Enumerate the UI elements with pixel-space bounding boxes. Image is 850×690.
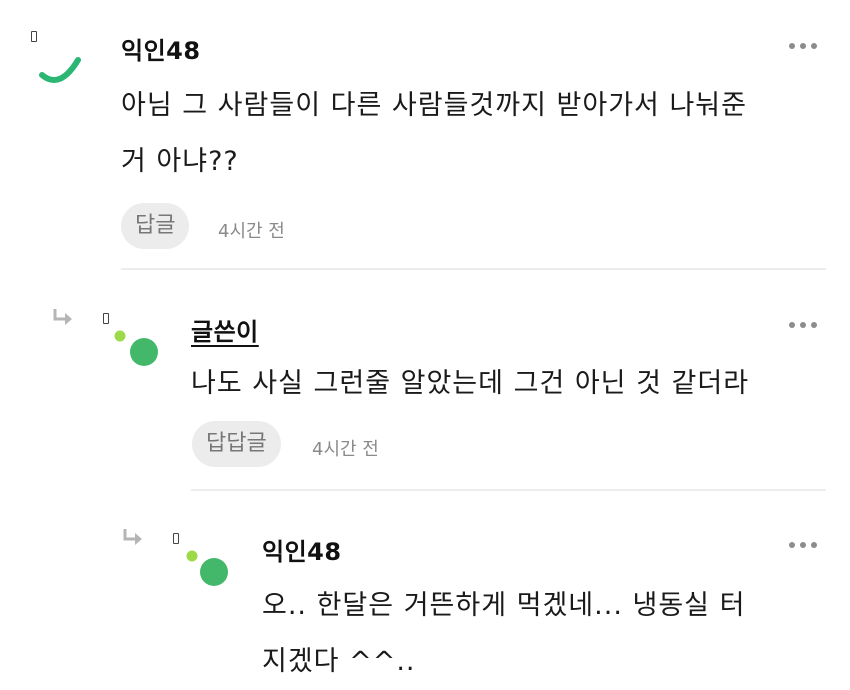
comment-text-line-1: 오.. 한달은 거뜬하게 먹겠네... 냉동실 터	[262, 590, 746, 621]
comment-3: 익인48 오.. 한달은 거뜬하게 먹겠네... 냉동실 터 지겠다 ^^..	[0, 510, 850, 683]
more-options-icon[interactable]	[789, 542, 817, 548]
comment-1: 익인48 아님 그 사람들이 다른 사람들것까지 받아가서 나눠준 거 아냐??…	[0, 0, 850, 270]
author-name[interactable]: 익인48	[262, 532, 342, 567]
timestamp: 4시간 전	[312, 439, 379, 460]
author-name[interactable]: 글쓴이	[191, 312, 259, 347]
avatar-dots-icon	[186, 550, 228, 586]
divider	[191, 489, 826, 491]
avatar[interactable]	[28, 28, 88, 88]
avatar[interactable]	[100, 310, 170, 370]
avatar-ring-icon	[39, 57, 81, 83]
avatar-dots-icon	[114, 330, 158, 366]
comment-text-line-2: 지겠다 ^^..	[262, 646, 416, 677]
divider	[121, 268, 826, 270]
comment-text-line-1: 아님 그 사람들이 다른 사람들것까지 받아가서 나눠준	[121, 90, 747, 121]
comment-text-line-2: 거 아냐??	[121, 146, 239, 177]
avatar[interactable]	[170, 530, 240, 590]
reply-arrow-icon	[123, 529, 142, 545]
more-options-icon[interactable]	[789, 43, 817, 49]
timestamp: 4시간 전	[218, 221, 285, 242]
reply-button[interactable]: 답글	[121, 203, 190, 249]
reply-arrow-icon	[53, 309, 72, 325]
reply-button[interactable]: 답답글	[192, 421, 281, 467]
author-name[interactable]: 익인48	[121, 31, 201, 66]
comment-text-line-1: 나도 사실 그런줄 알았는데 그건 아닌 것 같더라	[191, 368, 750, 399]
more-options-icon[interactable]	[789, 322, 817, 328]
comment-2: 글쓴이 나도 사실 그런줄 알았는데 그건 아닌 것 같더라 답답글 4시간 전	[0, 290, 850, 491]
